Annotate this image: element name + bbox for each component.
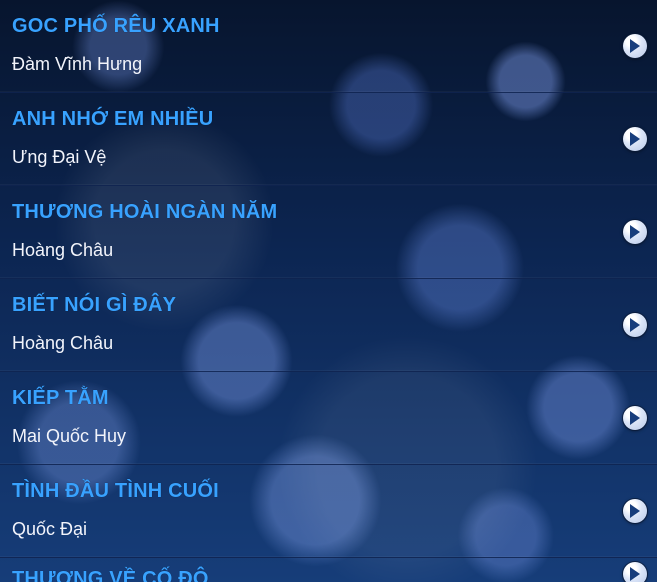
artist-name: Mai Quốc Huy xyxy=(12,426,127,446)
song-title: THƯƠNG VỀ CỐ ĐÔ xyxy=(12,568,209,582)
play-icon xyxy=(630,132,640,146)
song-title: THƯƠNG HOÀI NGÀN NĂM xyxy=(12,201,278,223)
play-icon xyxy=(630,411,640,425)
artist-name: Quốc Đại xyxy=(12,519,88,539)
play-icon xyxy=(630,225,640,239)
song-row[interactable]: BIẾT NÓI GÌ ĐÂY Hoàng Châu xyxy=(0,279,657,372)
artist-name: Ưng Đại Vệ xyxy=(12,147,107,167)
play-icon xyxy=(630,567,640,581)
song-row[interactable]: KIẾP TẰM Mai Quốc Huy xyxy=(0,372,657,465)
play-button[interactable] xyxy=(623,313,647,337)
artist-name: Hoàng Châu xyxy=(12,333,114,353)
song-title: TÌNH ĐẦU TÌNH CUỐI xyxy=(12,480,219,502)
play-button[interactable] xyxy=(623,220,647,244)
play-icon xyxy=(630,39,640,53)
song-row-partial[interactable]: THƯƠNG VỀ CỐ ĐÔ xyxy=(0,558,657,582)
song-row[interactable]: GOC PHỐ RÊU XANH Đàm Vĩnh Hưng xyxy=(0,0,657,93)
play-button[interactable] xyxy=(623,127,647,151)
artist-name: Hoàng Châu xyxy=(12,240,114,260)
song-row[interactable]: THƯƠNG HOÀI NGÀN NĂM Hoàng Châu xyxy=(0,186,657,279)
song-list: GOC PHỐ RÊU XANH Đàm Vĩnh Hưng ANH NHỚ E… xyxy=(0,0,657,582)
play-icon xyxy=(630,504,640,518)
song-row[interactable]: ANH NHỚ EM NHIỀU Ưng Đại Vệ xyxy=(0,93,657,186)
play-button[interactable] xyxy=(623,34,647,58)
artist-name: Đàm Vĩnh Hưng xyxy=(12,54,143,74)
song-title: BIẾT NÓI GÌ ĐÂY xyxy=(12,294,177,316)
play-button[interactable] xyxy=(623,406,647,430)
song-row[interactable]: TÌNH ĐẦU TÌNH CUỐI Quốc Đại xyxy=(0,465,657,558)
song-title: ANH NHỚ EM NHIỀU xyxy=(12,108,214,130)
play-button[interactable] xyxy=(623,562,647,582)
play-icon xyxy=(630,318,640,332)
play-button[interactable] xyxy=(623,499,647,523)
song-title: KIẾP TẰM xyxy=(12,387,109,409)
song-title: GOC PHỐ RÊU XANH xyxy=(12,15,220,37)
